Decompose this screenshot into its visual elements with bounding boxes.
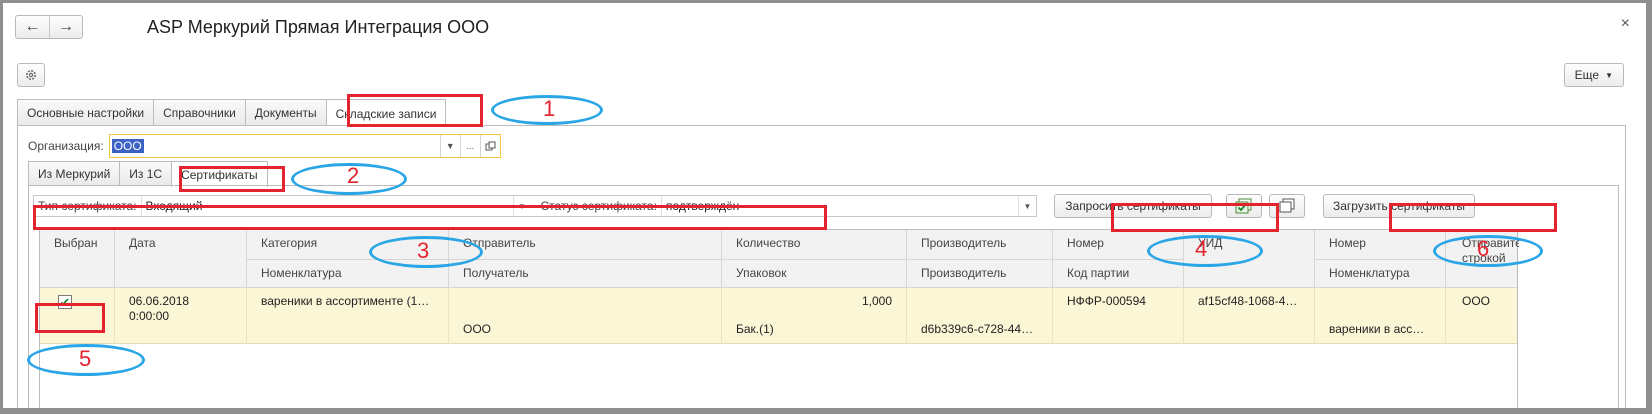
column-category[interactable]: Категория [246, 230, 448, 259]
organization-select-button[interactable]: ... [459, 135, 480, 157]
navigation-buttons: ← → [15, 15, 83, 39]
chevron-down-icon: ▼ [1023, 201, 1032, 211]
column-nomenclature[interactable]: Номенклатура [246, 259, 448, 288]
arrow-left-icon: ← [24, 18, 41, 35]
tab-from-mercury[interactable]: Из Меркурий [28, 161, 121, 186]
settings-button[interactable] [17, 63, 45, 87]
window-title: ASP Меркурий Прямая Интеграция ООО [147, 17, 490, 37]
uncheck-all-icon [1279, 198, 1295, 213]
organization-value: ООО [111, 139, 144, 153]
column-sender[interactable]: Отправитель [448, 230, 721, 259]
cell-selected[interactable]: ✔ [40, 288, 114, 344]
organization-dropdown-button[interactable]: ▼ [439, 135, 460, 157]
open-window-icon [485, 141, 496, 150]
check-icon: ✔ [59, 294, 71, 310]
request-certificates-button[interactable]: Запросить сертификаты [1054, 194, 1212, 218]
organization-row: Организация: ООО ▼ ... [28, 134, 501, 158]
certificate-type-dropdown[interactable]: ▼ [512, 196, 531, 216]
more-label: Еще [1574, 68, 1600, 82]
more-button[interactable]: Еще ▼ [1563, 63, 1624, 87]
cell-sender-string: ООО [1445, 288, 1519, 344]
column-date[interactable]: Дата [114, 230, 246, 288]
cell-time-value: 0:00:00 [129, 309, 170, 323]
arrow-right-icon: → [58, 18, 74, 35]
certificate-type-field[interactable]: Входящий [140, 196, 513, 216]
cell-quantity: 1,000 [721, 288, 906, 316]
annotation-ellipse-1 [491, 95, 603, 125]
sub-tabs: Из Меркурий Из 1С Сертификаты [28, 161, 268, 187]
tab-directories[interactable]: Справочники [153, 99, 246, 126]
certificate-status-field[interactable]: подтверждён [660, 196, 1018, 216]
cell-nomenclature-2: вареники в асс… [1314, 316, 1445, 344]
organization-open-button[interactable] [479, 135, 500, 157]
main-tabs: Основные настройки Справочники Документы… [17, 99, 447, 127]
uncheck-all-button[interactable] [1269, 194, 1305, 218]
column-receiver[interactable]: Получатель [448, 259, 721, 288]
cell-manufacturer-2: d6b339c6-c728-44… [906, 316, 1052, 344]
column-selected[interactable]: Выбран [40, 230, 114, 288]
column-sender-string[interactable]: Отправитель строкой [1445, 230, 1519, 288]
check-all-button[interactable] [1226, 194, 1262, 218]
cell-number: НФФР-000594 [1052, 288, 1183, 316]
column-nomenclature-2[interactable]: Номенклатура [1314, 259, 1445, 288]
gear-icon [26, 70, 36, 80]
tab-from-1c[interactable]: Из 1С [119, 161, 173, 186]
cell-nomenclature [246, 316, 448, 344]
certificate-type-label: Тип сертификата: [38, 199, 137, 213]
certificate-status-dropdown[interactable]: ▼ [1018, 196, 1036, 216]
cell-receiver: ООО [448, 316, 721, 344]
chevron-down-icon: ▼ [445, 141, 455, 151]
back-button[interactable]: ← [16, 16, 49, 38]
column-batch-code[interactable]: Код партии [1052, 259, 1183, 288]
cell-date: 06.06.2018 0:00:00 [114, 288, 246, 344]
column-number-2[interactable]: Номер [1314, 230, 1445, 259]
cell-date-value: 06.06.2018 [129, 294, 190, 308]
organization-label: Организация: [28, 139, 104, 153]
forward-button[interactable]: → [49, 16, 82, 38]
window-frame: ← → ASP Меркурий Прямая Интеграция ООО ×… [0, 0, 1652, 414]
cell-category: вареники в ассортименте (1… [246, 288, 448, 316]
load-certificates-button[interactable]: Загрузить сертификаты [1323, 194, 1475, 218]
column-manufacturer-2[interactable]: Производитель [906, 259, 1052, 288]
certificates-panel: Тип сертификата: Входящий ▼ Статус серти… [28, 185, 1619, 408]
cell-packages: Бак.(1) [721, 316, 906, 344]
annotation-label-1: 1 [543, 96, 556, 121]
column-manufacturer[interactable]: Производитель [906, 230, 1052, 259]
cell-manufacturer [906, 288, 1052, 316]
main-panel: Организация: ООО ▼ ... Из Меркурий Из 1С… [17, 125, 1626, 408]
tab-warehouse-records[interactable]: Складские записи [325, 99, 447, 127]
tab-basic-settings[interactable]: Основные настройки [17, 99, 155, 126]
cell-uid: af15cf48-1068-4… [1183, 288, 1314, 344]
column-number[interactable]: Номер [1052, 230, 1183, 259]
cell-sender [448, 288, 721, 316]
check-all-icon [1235, 198, 1252, 214]
column-uid[interactable]: УИД [1183, 230, 1314, 288]
tab-documents[interactable]: Документы [244, 99, 327, 126]
selected-checkbox[interactable]: ✔ [58, 295, 72, 309]
certificates-table: Выбран Дата Категория Номенклатура Отпра… [39, 229, 1519, 408]
certificate-status-label: Статус сертификата: [540, 199, 657, 213]
tab-certificates[interactable]: Сертификаты [171, 161, 268, 187]
organization-field[interactable]: ООО ▼ ... [108, 134, 501, 158]
close-button[interactable]: × [1621, 15, 1630, 33]
table-row[interactable]: ✔ 06.06.2018 0:00:00 вареники в ассортим… [40, 288, 1517, 344]
chevron-down-icon: ▼ [518, 201, 526, 211]
column-packages[interactable]: Упаковок [721, 259, 906, 288]
table-header: Выбран Дата Категория Номенклатура Отпра… [40, 230, 1519, 288]
cell-number-2 [1314, 288, 1445, 316]
cell-batch-code [1052, 316, 1183, 344]
chevron-down-icon: ▼ [1605, 70, 1613, 80]
filter-row: Тип сертификата: Входящий ▼ Статус серти… [33, 195, 1037, 217]
column-quantity[interactable]: Количество [721, 230, 906, 259]
filter-box: Тип сертификата: Входящий ▼ Статус серти… [33, 195, 1037, 217]
